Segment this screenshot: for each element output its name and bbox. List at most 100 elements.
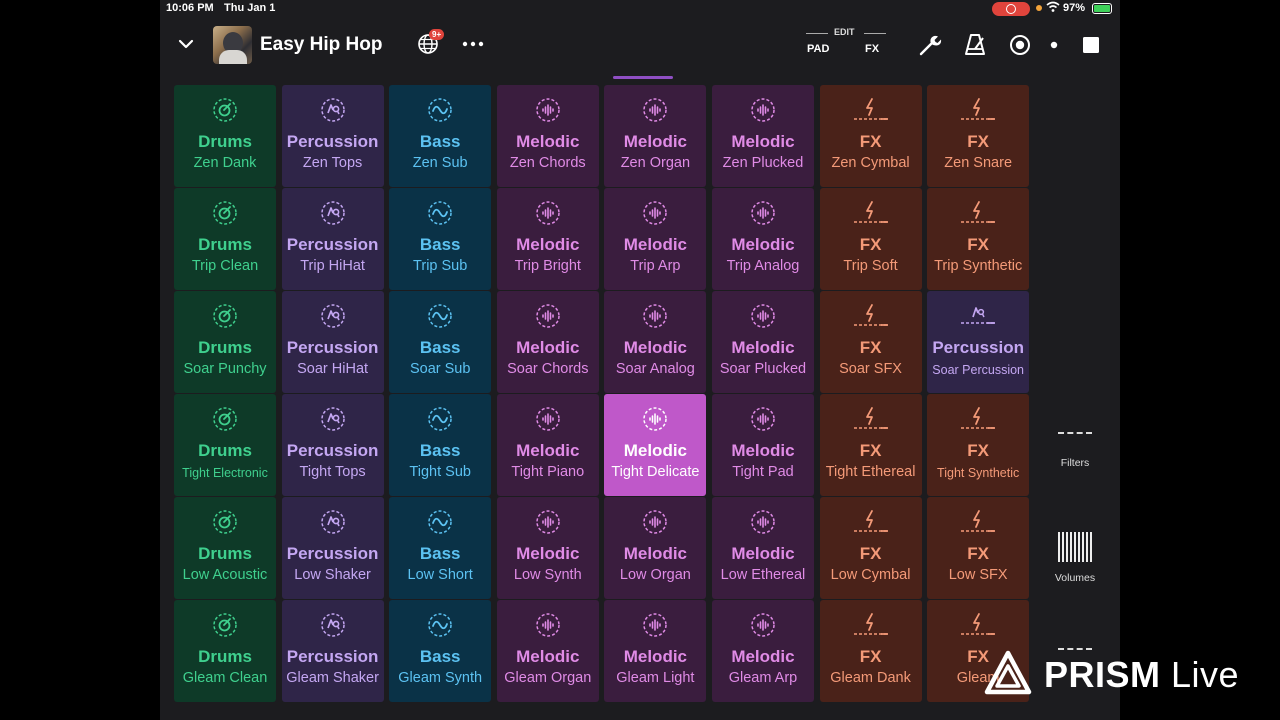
pad[interactable]: Melodic Tight Piano [496,394,599,496]
pad[interactable]: Bass Trip Sub [389,188,492,290]
pad[interactable]: Melodic Zen Chords [496,85,599,187]
pad[interactable]: Percussion Zen Tops [281,85,384,187]
filters-control[interactable]: Filters [1040,432,1110,469]
percussion-icon [320,406,346,432]
pad[interactable]: Drums Soar Punchy [174,291,276,393]
pad[interactable]: FX Zen Cymbal [819,85,922,187]
pad[interactable]: FX Zen Snare [927,85,1030,187]
record-icon[interactable] [1007,32,1033,58]
pad[interactable]: Drums Tight Electronic [174,394,276,496]
pad[interactable]: Bass Low Short [389,497,492,599]
battery-icon [1092,3,1112,14]
pad-category: Melodic [731,132,795,151]
pad[interactable]: FX Gleam Dank [819,600,922,702]
status-bar: 10:06 PM Thu Jan 1 97% [160,0,1120,18]
wave-icon [427,200,453,226]
pad-name: Trip Soft [843,258,898,274]
drum-icon [212,303,238,329]
waveform-icon [535,303,561,329]
pad[interactable]: Melodic Gleam Light [604,600,707,702]
pad[interactable]: Drums Gleam Clean [174,600,276,702]
pad[interactable]: FX Trip Soft [819,188,922,290]
pad-category: Percussion [286,544,379,563]
pad-name: Gleam Organ [504,670,592,686]
percussion-icon [320,303,346,329]
pad[interactable]: Drums Low Acoustic [174,497,276,599]
pad[interactable]: FX Low SFX [927,497,1030,599]
edit-fx-button[interactable]: FX [865,43,879,55]
pad[interactable]: Percussion Soar HiHat [281,291,384,393]
volumes-control[interactable]: Volumes [1040,532,1110,584]
edit-divider-left [806,33,828,34]
pad[interactable]: Melodic Gleam Organ [496,600,599,702]
pad[interactable]: Melodic Trip Arp [604,188,707,290]
pad[interactable]: Bass Soar Sub [389,291,492,393]
percussion-icon [320,509,346,535]
pad-name: Trip HiHat [300,258,365,274]
pad-category: FX [967,235,990,254]
pad[interactable]: Melodic Gleam Arp [711,600,814,702]
stop-icon[interactable] [1078,32,1104,58]
pad[interactable]: Drums Zen Dank [174,85,276,187]
pad[interactable]: Percussion Low Shaker [281,497,384,599]
pad-category: Bass [419,338,461,357]
pad-name: Soar Percussion [932,363,1025,377]
pad-category: Drums [198,544,252,563]
project-title[interactable]: Easy Hip Hop [260,34,382,56]
pad[interactable]: Melodic Soar Chords [496,291,599,393]
chevron-down-icon[interactable] [176,34,196,54]
position-dot-icon[interactable] [1044,32,1070,58]
pad[interactable]: Drums Trip Clean [174,188,276,290]
pad[interactable]: FX Low Cymbal [819,497,922,599]
pad-name: Zen Cymbal [831,155,910,171]
pad[interactable]: Melodic Zen Organ [604,85,707,187]
pad[interactable]: Melodic Tight Pad [711,394,814,496]
pad[interactable]: FX Soar SFX [819,291,922,393]
pad[interactable]: Melodic Soar Analog [604,291,707,393]
pad[interactable]: FX Tight Synthetic [927,394,1030,496]
project-avatar[interactable] [213,26,252,64]
pad[interactable]: Bass Tight Sub [389,394,492,496]
pad[interactable]: Melodic Trip Analog [711,188,814,290]
pad-category: Melodic [731,441,795,460]
wave-icon [427,406,453,432]
pad-category: Melodic [731,338,795,357]
pad[interactable]: Melodic Tight Delicate [604,394,707,496]
pad-name: Low Cymbal [830,567,911,583]
pad[interactable]: Percussion Soar Percussion [927,291,1030,393]
pad[interactable]: Melodic Soar Plucked [711,291,814,393]
pad[interactable]: Melodic Trip Bright [496,188,599,290]
lightning-icon [958,97,998,123]
wrench-icon[interactable] [917,32,943,58]
pad[interactable]: Melodic Low Ethereal [711,497,814,599]
pad-name: Gleam Arp [728,670,798,686]
pad-category: Drums [198,132,252,151]
waveform-icon [642,303,668,329]
pad-name: Tight Electronic [182,466,268,480]
pad-category: Bass [419,647,461,666]
watermark: PRISM Live [984,648,1264,702]
pad[interactable]: Bass Zen Sub [389,85,492,187]
pad[interactable]: Melodic Low Synth [496,497,599,599]
edit-pad-button[interactable]: PAD [807,43,829,55]
pad[interactable]: FX Trip Synthetic [927,188,1030,290]
pad[interactable]: Bass Gleam Synth [389,600,492,702]
pad-name: Low Short [407,567,473,583]
waveform-icon [750,509,776,535]
pad[interactable]: Percussion Gleam Shaker [281,600,384,702]
pad[interactable]: Melodic Zen Plucked [711,85,814,187]
pad-category: Melodic [731,544,795,563]
status-time: 10:06 PM [166,2,214,14]
metronome-icon[interactable] [962,32,988,58]
pad-name: Gleam Dank [830,670,911,686]
screen-record-icon[interactable] [992,2,1030,16]
pad-category: FX [859,132,882,151]
pad[interactable]: Percussion Trip HiHat [281,188,384,290]
lightning-icon [958,612,998,638]
pad-name: Gleam Synth [398,670,483,686]
pad[interactable]: Percussion Tight Tops [281,394,384,496]
pad[interactable]: FX Tight Ethereal [819,394,922,496]
more-icon[interactable] [460,32,486,56]
pad[interactable]: Melodic Low Organ [604,497,707,599]
pad-category: Percussion [286,647,379,666]
